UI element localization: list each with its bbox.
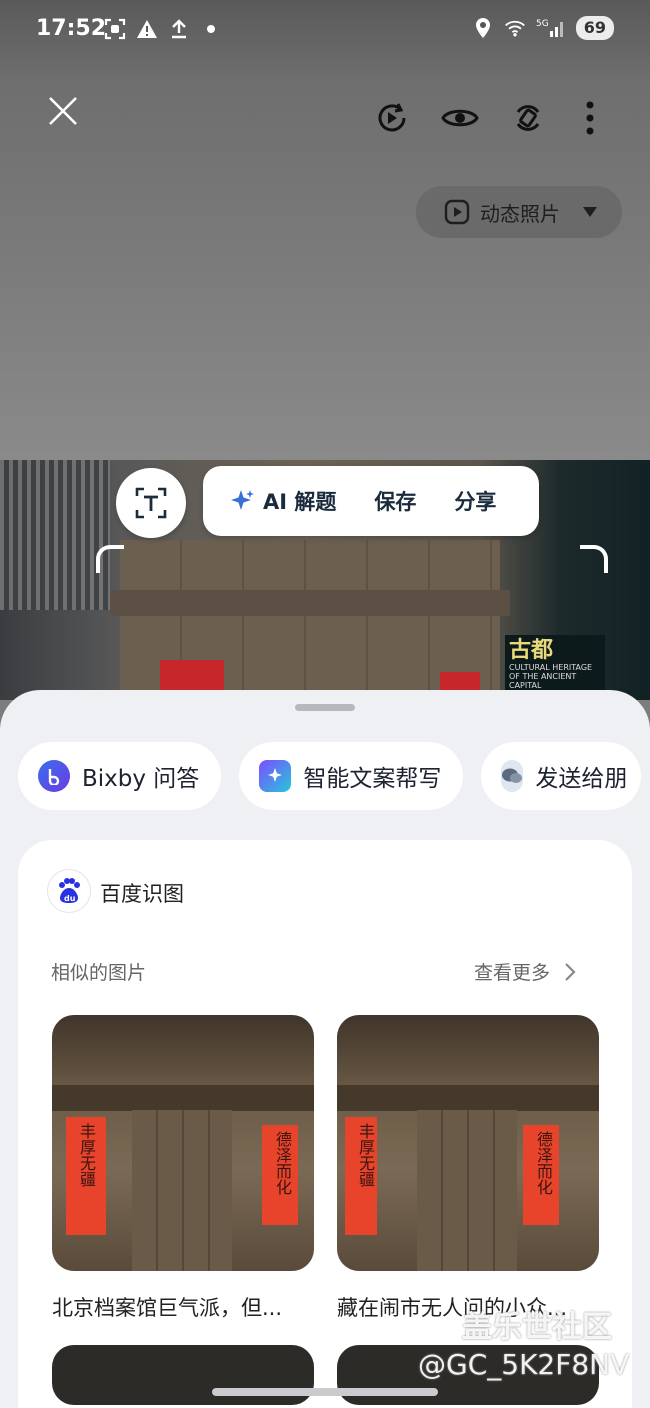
baidu-title: 百度识图 (100, 882, 184, 906)
signal-icon: 5G (536, 17, 566, 39)
warning-icon (136, 18, 158, 40)
motion-photo-icon (444, 199, 470, 225)
svg-text:5G: 5G (536, 19, 549, 29)
bottom-sheet: Bixby 问答 智能文案帮写 发送给朋 du 百度识图 相似的图片 查看更多 (0, 690, 650, 1408)
selection-corner (580, 545, 608, 573)
ai-solve-button[interactable]: AI 解题 (229, 486, 336, 516)
suggestion-chips: Bixby 问答 智能文案帮写 发送给朋 (18, 742, 642, 810)
eye-icon (441, 109, 479, 127)
status-time: 17:52 (36, 16, 107, 41)
view-button[interactable] (440, 98, 480, 138)
motion-play-button[interactable] (372, 98, 412, 138)
more-options-button[interactable] (570, 98, 610, 138)
location-icon (472, 17, 494, 39)
bixby-icon (38, 760, 70, 792)
see-more-link[interactable]: 查看更多 (474, 958, 576, 985)
watermark-text: 盖乐世社区 (462, 1310, 612, 1345)
upload-icon (168, 18, 190, 40)
similar-images-label: 相似的图片 (51, 962, 147, 984)
wifi-icon (504, 17, 526, 39)
gesture-navigation-bar[interactable] (212, 1388, 438, 1396)
result-thumbnail[interactable]: 丰厚无疆 德泽而化 (337, 1015, 599, 1271)
save-button[interactable]: 保存 (374, 486, 416, 516)
motion-photo-dropdown[interactable]: 动态照片 (416, 186, 622, 238)
result-caption[interactable]: 北京档案馆巨气派，但... (52, 1292, 282, 1322)
text-recognition-icon (135, 487, 167, 519)
status-bar: 17:52 5G 69 (0, 0, 650, 62)
motion-play-icon (378, 103, 406, 132)
window-lattice (0, 460, 110, 610)
battery-indicator: 69 (575, 16, 614, 40)
exhibit-sign: 古都 CULTURAL HERITAGE OF THE ANCIENT CAPI… (505, 635, 605, 695)
gate-beam (110, 590, 510, 616)
baidu-paw-icon: du (48, 870, 90, 912)
selection-corner (96, 545, 124, 573)
writing-assist-icon (259, 760, 292, 792)
result-thumbnail[interactable] (52, 1345, 314, 1405)
screenshot-icon (104, 18, 126, 40)
send-to-friend-chip[interactable]: 发送给朋 (481, 742, 642, 810)
svg-text:du: du (64, 894, 76, 903)
bixby-qa-chip[interactable]: Bixby 问答 (18, 742, 222, 810)
result-thumbnail[interactable]: 丰厚无疆 德泽而化 (52, 1015, 314, 1271)
extract-text-button[interactable] (116, 468, 186, 538)
rotate-button[interactable] (508, 98, 548, 138)
watermark-handle: @GC_5K2F8NV (418, 1348, 630, 1381)
rotate-icon (516, 105, 540, 131)
close-button[interactable] (42, 92, 82, 132)
chevron-down-icon (583, 207, 597, 217)
chevron-right-icon (565, 962, 576, 981)
motion-photo-label: 动态照片 (480, 201, 560, 226)
image-action-bar: AI 解题 保存 分享 (203, 466, 539, 536)
sheet-handle[interactable] (295, 704, 355, 711)
share-button[interactable]: 分享 (454, 486, 496, 516)
more-vertical-icon (586, 101, 594, 135)
smart-copywriting-chip[interactable]: 智能文案帮写 (239, 742, 464, 810)
wechat-icon (501, 760, 524, 792)
sparkle-icon (231, 490, 254, 510)
close-icon (49, 97, 77, 125)
dot-icon (200, 18, 222, 40)
